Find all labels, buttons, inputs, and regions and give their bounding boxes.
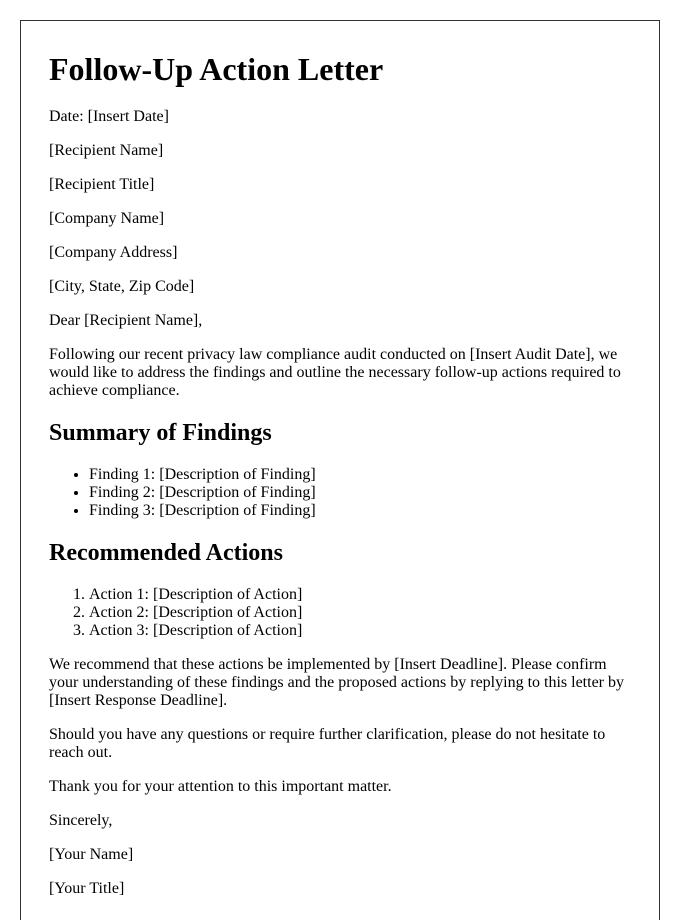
company-name: [Company Name] [49, 210, 165, 227]
intro-paragraph: Following our recent privacy law complia… [49, 346, 621, 399]
signature-name: [Your Name] [49, 846, 134, 863]
signoff: Sincerely, [49, 812, 113, 829]
findings-list: Finding 1: [Description of Finding] Find… [49, 466, 639, 520]
actions-list: Action 1: [Description of Action] Action… [49, 586, 639, 640]
letter-page: Follow-Up Action Letter Date: [Insert Da… [20, 20, 660, 920]
actions-heading: Recommended Actions [49, 540, 283, 566]
salutation: Dear [Recipient Name], [49, 312, 203, 329]
finding-item: Finding 2: [Description of Finding] [89, 484, 639, 502]
finding-item: Finding 3: [Description of Finding] [89, 502, 639, 520]
date-line: Date: [Insert Date] [49, 108, 169, 125]
thanks-paragraph: Thank you for your attention to this imp… [49, 778, 392, 795]
action-item: Action 2: [Description of Action] [89, 604, 639, 622]
letter-title: Follow-Up Action Letter [49, 51, 384, 87]
finding-item: Finding 1: [Description of Finding] [89, 466, 639, 484]
questions-paragraph: Should you have any questions or require… [49, 726, 606, 761]
company-address: [Company Address] [49, 244, 178, 261]
findings-heading: Summary of Findings [49, 420, 272, 446]
recipient-title: [Recipient Title] [49, 176, 155, 193]
recipient-name: [Recipient Name] [49, 142, 164, 159]
letter-body: Date: [Insert Date] [Recipient Name] [Re… [49, 108, 639, 914]
action-item: Action 3: [Description of Action] [89, 622, 639, 640]
action-item: Action 1: [Description of Action] [89, 586, 639, 604]
signature-title: [Your Title] [49, 880, 125, 897]
deadline-paragraph: We recommend that these actions be imple… [49, 656, 624, 709]
city-state-zip: [City, State, Zip Code] [49, 278, 195, 295]
